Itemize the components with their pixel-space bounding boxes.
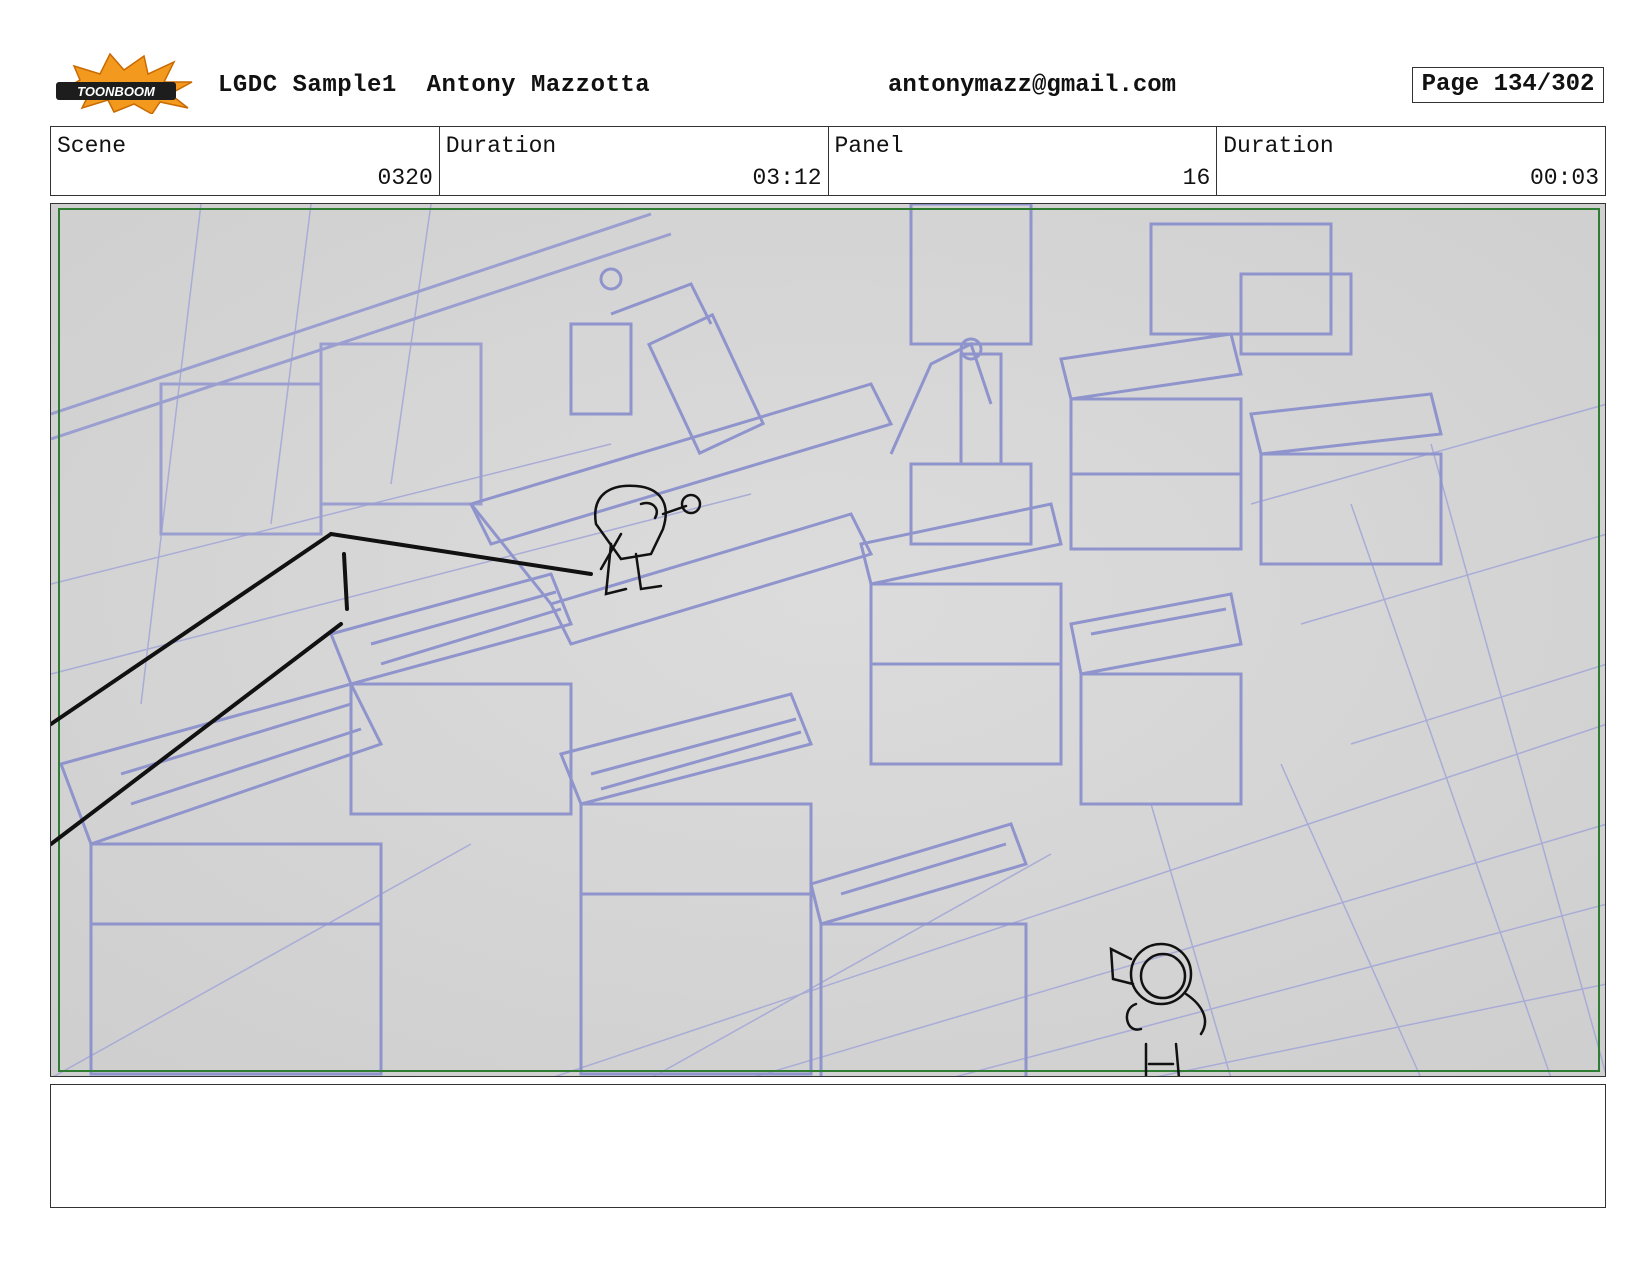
panel-label: Panel <box>834 133 904 159</box>
scene-cell: Scene 0320 <box>51 127 440 195</box>
panel-value: 16 <box>1182 165 1211 191</box>
project-author-line: LGDC Sample1 Antony Mazzotta <box>218 72 650 99</box>
scene-duration-cell: Duration 03:12 <box>440 127 829 195</box>
scene-label: Scene <box>57 133 127 159</box>
scene-duration-value: 03:12 <box>752 165 822 191</box>
page-number: Page 134/302 <box>1412 67 1604 103</box>
project-title: LGDC Sample1 <box>218 72 397 99</box>
scene-value: 0320 <box>377 165 433 191</box>
author-email: antonymazz@gmail.com <box>888 72 1177 99</box>
storyboard-panel-image <box>50 203 1606 1077</box>
warehouse-layout-sketch <box>51 204 1605 1076</box>
panel-duration-label: Duration <box>1223 133 1334 159</box>
author-name: Antony Mazzotta <box>426 72 651 99</box>
scene-info-table: Scene 0320 Duration 03:12 Panel 16 Durat… <box>50 126 1606 196</box>
panel-duration-value: 00:03 <box>1529 165 1599 191</box>
panel-duration-cell: Duration 00:03 <box>1217 127 1605 195</box>
scene-duration-label: Duration <box>445 133 557 159</box>
svg-text:TOONBOOM: TOONBOOM <box>77 84 156 99</box>
toonboom-logo: TOONBOOM <box>52 52 202 115</box>
page-header: TOONBOOM LGDC Sample1 Antony Mazzotta an… <box>0 0 1648 125</box>
panel-notes-box <box>50 1084 1606 1208</box>
panel-cell: Panel 16 <box>829 127 1218 195</box>
